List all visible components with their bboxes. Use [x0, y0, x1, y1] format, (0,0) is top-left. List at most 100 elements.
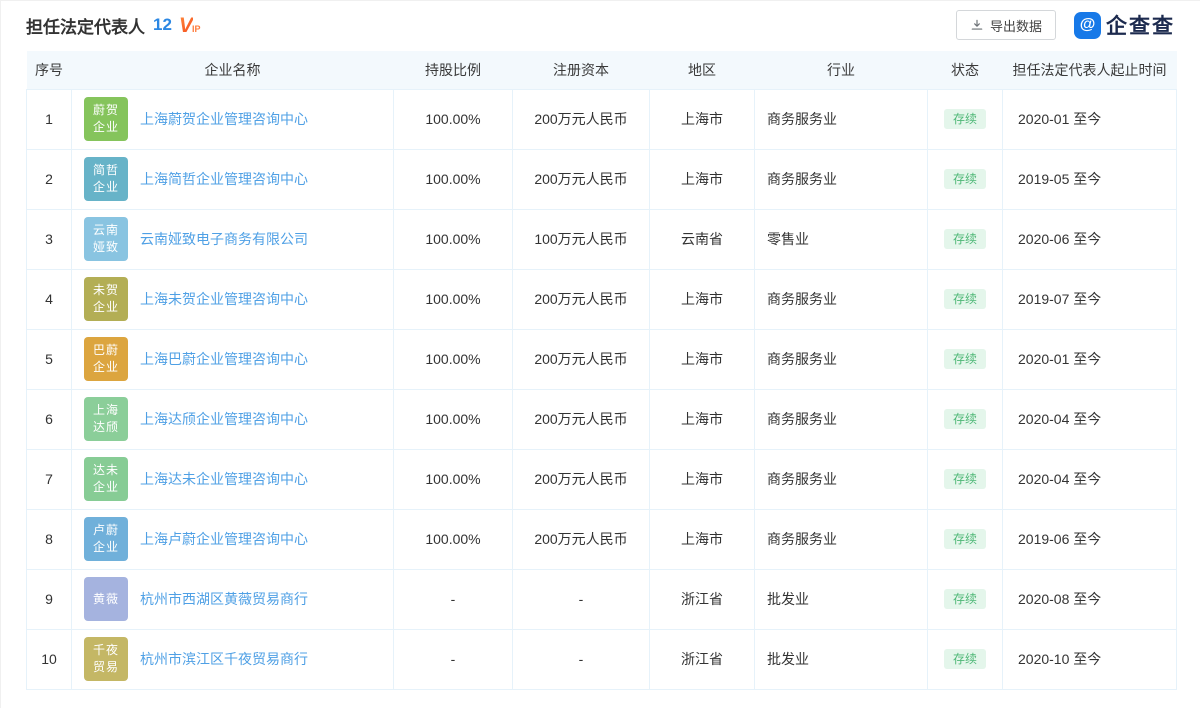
status-badge: 存续 [943, 109, 986, 129]
cell-company: 简哲 企业 上海简哲企业管理咨询中心 [71, 148, 394, 210]
export-data-button[interactable]: 导出数据 [955, 10, 1056, 40]
company-cell: 卢蔚 企业 上海卢蔚企业管理咨询中心 [72, 517, 393, 561]
cell-period: 2020-10 至今 [1002, 628, 1177, 690]
company-avatar[interactable]: 云南 娅致 [84, 217, 128, 261]
cell-industry: 商务服务业 [754, 388, 928, 450]
cell-period: 2019-05 至今 [1002, 148, 1177, 210]
cell-status: 存续 [927, 328, 1003, 390]
company-avatar-line: 企业 [92, 120, 119, 134]
table-row: 6 上海 达颀 上海达颀企业管理咨询中心 100.00% 200万元人民币 上海市 商务服务业… [26, 388, 1177, 450]
cell-row-number: 6 [26, 388, 72, 450]
cell-row-number: 1 [26, 88, 72, 150]
company-name-link[interactable]: 上海巴蔚企业管理咨询中心 [140, 349, 308, 369]
brand-logo[interactable]: @ 企查查 [1074, 10, 1175, 40]
col-header-no: 序号 [26, 51, 72, 89]
company-avatar[interactable]: 未贺 企业 [84, 277, 128, 321]
cell-status: 存续 [927, 568, 1003, 630]
table-row: 10 千夜 贸易 杭州市滨江区千夜贸易商行 - - 浙江省 批发业 存续 2020-10 至今 [26, 628, 1177, 690]
company-avatar[interactable]: 简哲 企业 [84, 157, 128, 201]
table-row: 4 未贺 企业 上海未贺企业管理咨询中心 100.00% 200万元人民币 上海市 商务服务业… [26, 268, 1177, 330]
cell-industry: 商务服务业 [754, 88, 928, 150]
company-name-link[interactable]: 杭州市西湖区黄薇贸易商行 [140, 589, 308, 609]
cell-region: 上海市 [649, 88, 755, 150]
col-header-shareholding-ratio: 持股比例 [393, 51, 513, 89]
cell-registered-capital: 200万元人民币 [512, 508, 650, 570]
company-avatar-line: 千夜 [92, 643, 119, 657]
col-header-status: 状态 [927, 51, 1003, 89]
company-avatar-line: 蔚贺 [92, 103, 119, 117]
cell-period: 2020-08 至今 [1002, 568, 1177, 630]
company-avatar-line: 云南 [92, 223, 119, 237]
cell-industry: 商务服务业 [754, 268, 928, 330]
cell-period: 2020-04 至今 [1002, 388, 1177, 450]
cell-industry: 商务服务业 [754, 508, 928, 570]
cell-shareholding-ratio: 100.00% [393, 208, 513, 270]
panel-header: 担任法定代表人 12 V IP 导出数据 @ 企查查 [1, 1, 1200, 51]
cell-company: 黄薇 杭州市西湖区黄薇贸易商行 [71, 568, 394, 630]
company-avatar-line: 上海 [92, 403, 119, 417]
company-name-link[interactable]: 上海卢蔚企业管理咨询中心 [140, 529, 308, 549]
status-badge: 存续 [943, 409, 986, 429]
company-name-link[interactable]: 杭州市滨江区千夜贸易商行 [140, 649, 308, 669]
company-cell: 简哲 企业 上海简哲企业管理咨询中心 [72, 157, 393, 201]
download-icon [970, 18, 984, 32]
company-avatar[interactable]: 卢蔚 企业 [84, 517, 128, 561]
cell-period: 2020-01 至今 [1002, 88, 1177, 150]
company-cell: 巴蔚 企业 上海巴蔚企业管理咨询中心 [72, 337, 393, 381]
table-row: 9 黄薇 杭州市西湖区黄薇贸易商行 - - 浙江省 批发业 存续 2020-08 至今 [26, 568, 1177, 630]
company-name-link[interactable]: 上海蔚贺企业管理咨询中心 [140, 109, 308, 129]
cell-industry: 商务服务业 [754, 148, 928, 210]
record-count: 12 [153, 15, 172, 34]
cell-industry: 批发业 [754, 568, 928, 630]
company-avatar-line: 简哲 [92, 163, 119, 177]
export-data-label: 导出数据 [989, 18, 1042, 34]
company-cell: 黄薇 杭州市西湖区黄薇贸易商行 [72, 577, 393, 621]
company-name-link[interactable]: 上海达颀企业管理咨询中心 [140, 409, 308, 429]
cell-registered-capital: 200万元人民币 [512, 388, 650, 450]
legal-representative-panel: 担任法定代表人 12 V IP 导出数据 @ 企查查 序号 企业名称 持股比例 … [0, 0, 1200, 708]
company-avatar[interactable]: 上海 达颀 [84, 397, 128, 441]
qcc-logo-text: 企查查 [1106, 15, 1175, 38]
company-cell: 上海 达颀 上海达颀企业管理咨询中心 [72, 397, 393, 441]
company-avatar-line: 企业 [92, 540, 119, 554]
cell-region: 上海市 [649, 148, 755, 210]
company-avatar-line: 企业 [92, 180, 119, 194]
cell-registered-capital: 200万元人民币 [512, 268, 650, 330]
table-header-row: 序号 企业名称 持股比例 注册资本 地区 行业 状态 担任法定代表人起止时间 [26, 51, 1177, 89]
cell-status: 存续 [927, 208, 1003, 270]
company-avatar-line: 贸易 [92, 660, 119, 674]
company-name-link[interactable]: 云南娅致电子商务有限公司 [140, 229, 308, 249]
table-body: 1 蔚贺 企业 上海蔚贺企业管理咨询中心 100.00% 200万元人民币 上海市 商务服务业… [26, 88, 1177, 690]
cell-period: 2020-06 至今 [1002, 208, 1177, 270]
cell-status: 存续 [927, 448, 1003, 510]
cell-status: 存续 [927, 268, 1003, 330]
col-header-registered-capital: 注册资本 [512, 51, 650, 89]
table-row: 2 简哲 企业 上海简哲企业管理咨询中心 100.00% 200万元人民币 上海市 商务服务业… [26, 148, 1177, 210]
cell-company: 云南 娅致 云南娅致电子商务有限公司 [71, 208, 394, 270]
cell-shareholding-ratio: 100.00% [393, 88, 513, 150]
company-cell: 达未 企业 上海达未企业管理咨询中心 [72, 457, 393, 501]
cell-row-number: 7 [26, 448, 72, 510]
table-row: 1 蔚贺 企业 上海蔚贺企业管理咨询中心 100.00% 200万元人民币 上海市 商务服务业… [26, 88, 1177, 150]
cell-region: 上海市 [649, 448, 755, 510]
cell-registered-capital: 200万元人民币 [512, 88, 650, 150]
company-avatar[interactable]: 蔚贺 企业 [84, 97, 128, 141]
col-header-company-name: 企业名称 [71, 51, 394, 89]
qcc-logo-icon: @ [1074, 11, 1101, 39]
cell-registered-capital: 100万元人民币 [512, 208, 650, 270]
cell-shareholding-ratio: 100.00% [393, 268, 513, 330]
cell-industry: 批发业 [754, 628, 928, 690]
company-name-link[interactable]: 上海未贺企业管理咨询中心 [140, 289, 308, 309]
companies-table: 序号 企业名称 持股比例 注册资本 地区 行业 状态 担任法定代表人起止时间 1… [26, 51, 1177, 690]
table-row: 7 达未 企业 上海达未企业管理咨询中心 100.00% 200万元人民币 上海市 商务服务业… [26, 448, 1177, 510]
company-avatar[interactable]: 巴蔚 企业 [84, 337, 128, 381]
cell-status: 存续 [927, 508, 1003, 570]
company-avatar[interactable]: 达未 企业 [84, 457, 128, 501]
company-avatar[interactable]: 黄薇 [84, 577, 128, 621]
company-avatar[interactable]: 千夜 贸易 [84, 637, 128, 681]
company-name-link[interactable]: 上海达未企业管理咨询中心 [140, 469, 308, 489]
company-avatar-line: 巴蔚 [92, 343, 119, 357]
cell-shareholding-ratio: - [393, 628, 513, 690]
cell-status: 存续 [927, 148, 1003, 210]
company-name-link[interactable]: 上海简哲企业管理咨询中心 [140, 169, 308, 189]
